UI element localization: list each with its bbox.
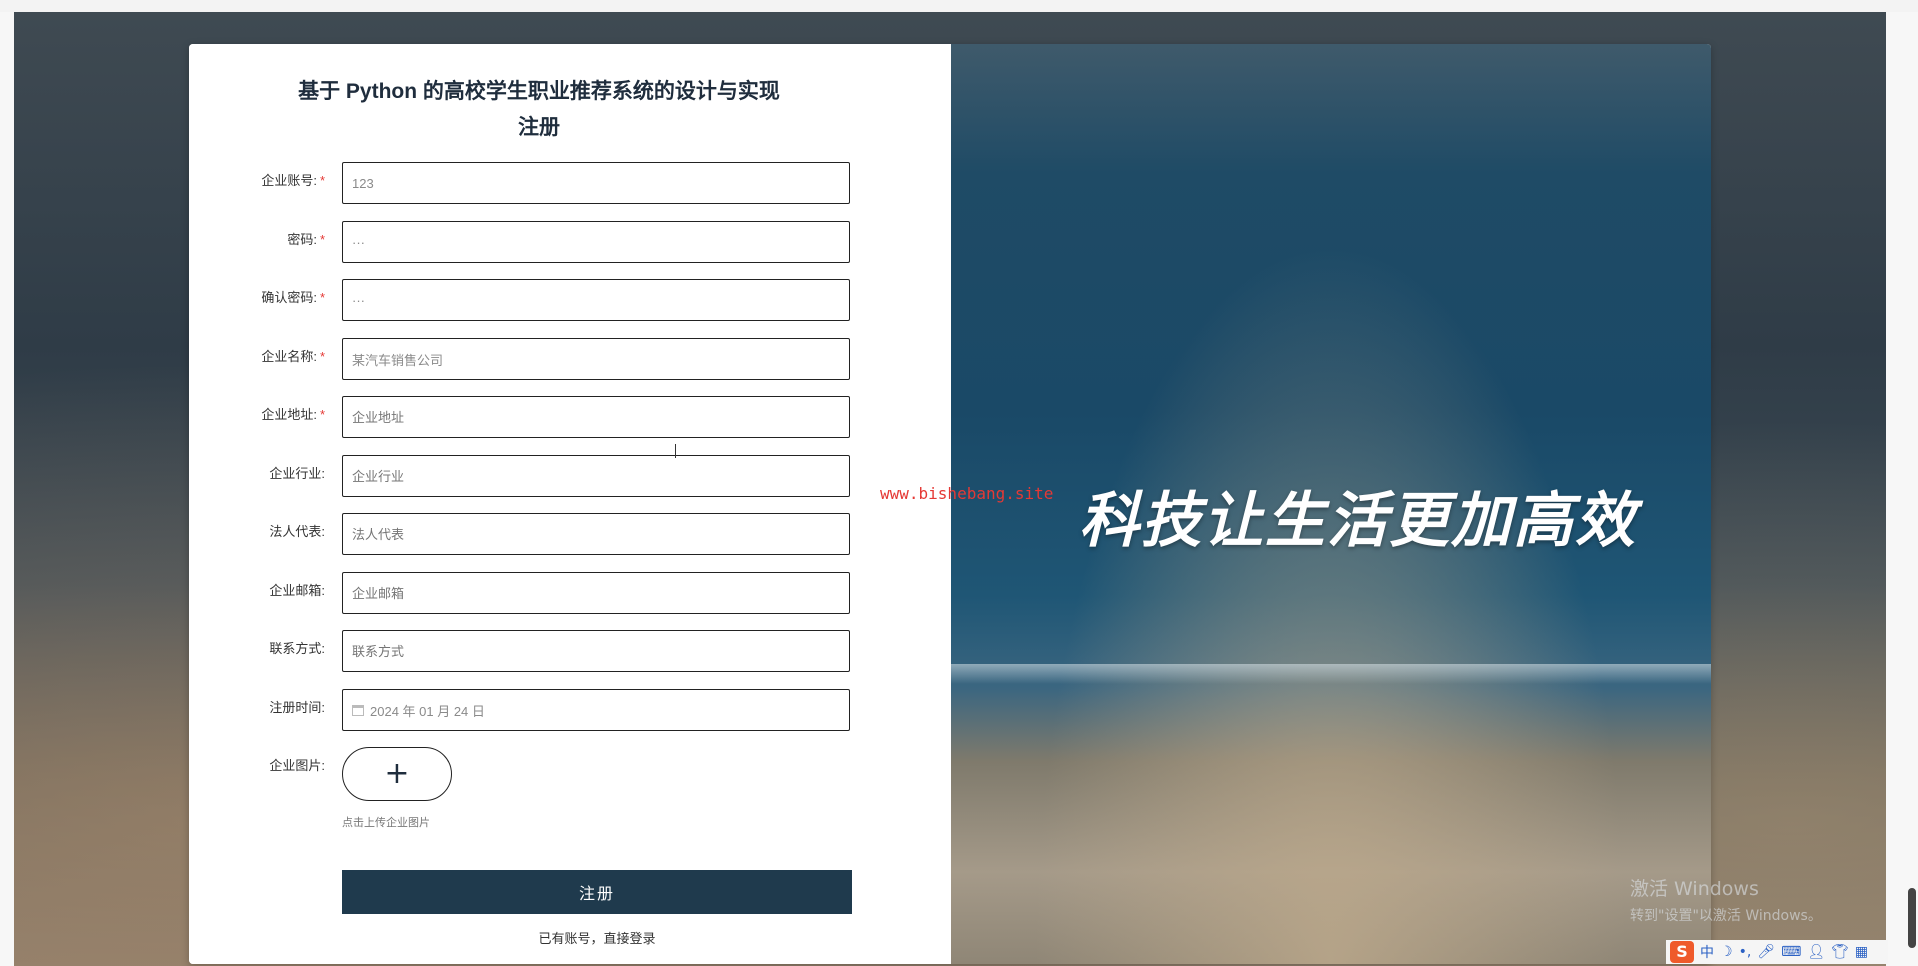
required-mark: * (319, 407, 325, 422)
company-address-label: 企业地址: * (261, 407, 325, 422)
field-row-industry: 企业行业: (189, 455, 951, 501)
user-icon[interactable]: 👤︎ (1807, 944, 1825, 960)
moon-icon[interactable]: ☽ (1720, 944, 1733, 960)
confirm-password-input[interactable] (342, 279, 850, 321)
company-image-label: 企业图片: (269, 758, 325, 773)
field-row-company-name: 企业名称: * (189, 338, 951, 384)
right-scrollbar-track[interactable] (1886, 12, 1918, 966)
register-date-picker[interactable]: 2024 年 01 月 24 日 (342, 689, 850, 731)
grid-menu-icon[interactable]: ▦ (1855, 944, 1868, 960)
image-upload-button[interactable]: + (342, 747, 452, 801)
account-label: 企业账号: * (261, 173, 325, 188)
register-date-label: 注册时间: (269, 700, 325, 715)
email-input[interactable] (342, 572, 850, 614)
legal-rep-input[interactable] (342, 513, 850, 555)
windows-activation-watermark: 激活 Windows 转到"设置"以激活 Windows。 (1630, 874, 1822, 925)
confirm-password-label: 确认密码: * (261, 290, 325, 305)
required-mark: * (319, 232, 325, 247)
required-mark: * (319, 349, 325, 364)
login-link[interactable]: 已有账号，直接登录 (342, 928, 852, 947)
system-title: 基于 Python 的高校学生职业推荐系统的设计与实现 (298, 80, 780, 103)
calendar-icon (352, 704, 364, 716)
field-row-company-address: 企业地址: * (189, 396, 951, 442)
register-card: 基于 Python 的高校学生职业推荐系统的设计与实现 注册 企业账号:* 密码… (189, 44, 1711, 964)
site-watermark: www.bishebang.site (880, 484, 1054, 503)
banner-image: 科技让生活更加高效 (951, 44, 1711, 964)
keyboard-icon[interactable]: ⌨ (1781, 944, 1801, 960)
field-row-account: 企业账号: * (189, 162, 951, 208)
contact-input[interactable] (342, 630, 850, 672)
register-button[interactable]: 注册 (342, 870, 852, 914)
activation-title: 激活 Windows (1630, 878, 1759, 900)
contact-label: 联系方式: (269, 641, 325, 656)
left-window-edge (0, 12, 14, 966)
plus-icon: + (384, 756, 410, 791)
sogou-logo-icon[interactable]: S (1670, 941, 1694, 963)
company-address-input[interactable] (342, 396, 850, 438)
page-title: 基于 Python 的高校学生职业推荐系统的设计与实现 注册 (289, 74, 789, 146)
upload-hint: 点击上传企业图片 (342, 816, 430, 829)
company-name-label: 企业名称: * (261, 349, 325, 364)
industry-input[interactable] (342, 455, 850, 497)
email-label: 企业邮箱: (269, 583, 325, 598)
field-row-register-date: 注册时间: 2024 年 01 月 24 日 (189, 689, 951, 735)
industry-label: 企业行业: (269, 466, 325, 481)
field-row-password: 密码: * (189, 221, 951, 267)
microphone-icon[interactable]: 🎤︎ (1757, 944, 1775, 960)
scrollbar-thumb[interactable] (1908, 888, 1916, 948)
ime-mode-toggle[interactable]: 中 (1700, 942, 1714, 962)
required-mark: * (319, 290, 325, 305)
field-row-legal-rep: 法人代表: (189, 513, 951, 559)
field-row-company-image: 企业图片: + (189, 747, 951, 807)
skin-icon[interactable]: 👕︎ (1831, 944, 1849, 960)
shoreline (951, 664, 1711, 684)
field-row-email: 企业邮箱: (189, 572, 951, 618)
activation-subtitle: 转到"设置"以激活 Windows。 (1630, 908, 1822, 924)
password-input[interactable] (342, 221, 850, 263)
punctuation-icon[interactable]: •, (1739, 944, 1752, 960)
banner-slogan: 科技让生活更加高效 (1079, 486, 1637, 556)
company-name-input[interactable] (342, 338, 850, 380)
legal-rep-label: 法人代表: (269, 524, 325, 539)
text-cursor-icon (675, 444, 678, 458)
register-date-value: 2024 年 01 月 24 日 (370, 703, 485, 719)
register-heading: 注册 (518, 116, 560, 139)
register-form: 基于 Python 的高校学生职业推荐系统的设计与实现 注册 企业账号:* 密码… (189, 44, 951, 964)
account-input[interactable] (342, 162, 850, 204)
field-row-confirm-password: 确认密码: * (189, 279, 951, 325)
password-label: 密码: * (287, 232, 325, 247)
field-row-contact: 联系方式: (189, 630, 951, 676)
required-mark: * (319, 173, 325, 188)
ime-toolbar[interactable]: S 中 ☽ •, 🎤︎ ⌨ 👤︎ 👕︎ ▦ (1666, 940, 1888, 964)
